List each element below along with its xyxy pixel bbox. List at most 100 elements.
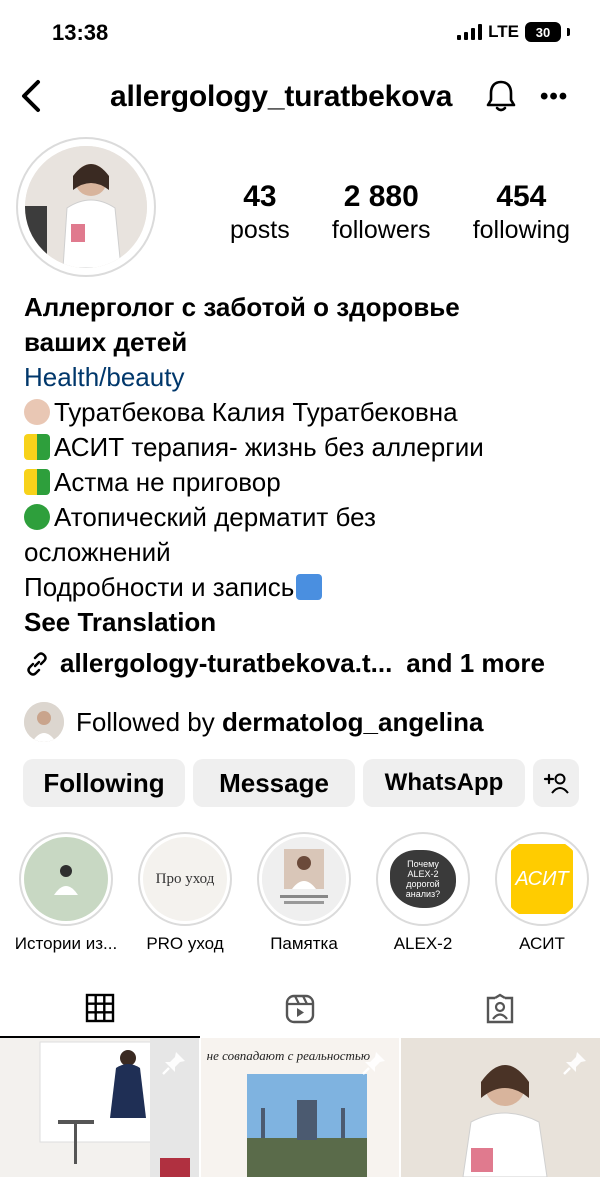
highlight-cover-text: Почему ALEX-2 дорогой анализ? [390, 850, 456, 908]
highlight-item[interactable]: АСИТ АСИТ [483, 832, 600, 954]
add-person-icon [543, 773, 569, 794]
pin-icon [563, 1052, 587, 1075]
following-label: following [472, 216, 570, 244]
followed-by-prefix: Followed by [76, 706, 222, 737]
highlight-cover [262, 837, 346, 921]
profile-actions: Following Message WhatsApp [23, 759, 579, 807]
highlight-cover: Почему ALEX-2 дорогой анализ? [381, 837, 465, 921]
avatar-photo [25, 146, 147, 268]
grid-icon [85, 993, 115, 1023]
status-time: 13:38 [52, 20, 109, 45]
shield-emoji-icon [24, 469, 50, 495]
status-indicators: LTE 30 [457, 22, 570, 42]
suggest-people-button[interactable] [533, 759, 579, 807]
profile-link-text[interactable]: allergology-turatbekova.t... [60, 648, 392, 679]
highlight-cover: Про уход [143, 837, 227, 921]
header-username: allergology_turatbekova [110, 80, 453, 113]
bio-line-text: Атопический дерматит без [54, 502, 376, 532]
shield-emoji-icon [24, 434, 50, 460]
tagged-icon [486, 993, 514, 1024]
profile-avatar-ring[interactable] [16, 137, 156, 277]
battery-icon: 30 [525, 22, 561, 42]
network-label: LTE [488, 22, 519, 41]
highlight-ring: Почему ALEX-2 дорогой анализ? [376, 832, 470, 926]
status-bar: 13:38 LTE 30 [0, 0, 600, 66]
followers-count: 2 880 [343, 180, 419, 213]
posts-stat[interactable]: 43 posts [230, 180, 290, 245]
highlight-ring [257, 832, 351, 926]
back-arrow-icon[interactable] [16, 76, 48, 116]
bio-line-text: Туратбекова Калия Туратбековна [54, 397, 458, 427]
battery-cap [567, 28, 570, 36]
more-icon[interactable]: ••• [540, 85, 568, 109]
following-stat[interactable]: 454 following [473, 180, 570, 245]
battery-level: 30 [535, 24, 551, 40]
profile-bio: Аллерголог с заботой о здоровье ваших де… [24, 290, 584, 640]
pin-icon [161, 1052, 185, 1075]
whatsapp-button[interactable]: WhatsApp [363, 759, 525, 807]
bio-line: Астма не приговор [24, 465, 584, 500]
highlight-cover: АСИТ [500, 837, 584, 921]
highlight-ring: Про уход [138, 832, 232, 926]
highlight-item[interactable]: Почему ALEX-2 дорогой анализ? ALEX-2 [364, 832, 482, 954]
profile-header: allergology_turatbekova ••• [0, 66, 600, 130]
highlight-ring: АСИТ [495, 832, 589, 926]
bio-category[interactable]: Health/beauty [24, 360, 584, 395]
highlight-label: Памятка [270, 934, 338, 953]
tab-reels[interactable] [200, 980, 400, 1038]
followed-by-text: Followed by dermatolog_angelina [76, 707, 483, 738]
recycle-emoji-icon [24, 504, 50, 530]
followers-stat[interactable]: 2 880 followers [332, 180, 431, 245]
post-thumbnail[interactable] [401, 1038, 600, 1177]
mutual-avatar [24, 702, 64, 742]
highlight-label: ALEX-2 [393, 934, 453, 953]
bio-line: АСИТ терапия- жизнь без аллергии [24, 430, 584, 465]
following-button[interactable]: Following [23, 759, 185, 807]
highlight-item[interactable]: Про уход PRO уход [126, 832, 244, 954]
highlight-item[interactable]: Истории из... [7, 832, 125, 954]
bio-name-line2: ваших детей [24, 327, 188, 357]
story-highlights: Истории из... Про уход PRO уход Памятка … [0, 832, 600, 962]
tab-posts-grid[interactable] [0, 980, 200, 1038]
profile-link-more[interactable]: and 1 more [406, 648, 545, 679]
profile-avatar [25, 146, 147, 268]
bio-name-line1: Аллерголог с заботой о здоровье [24, 292, 460, 322]
profile-stats: 43 posts 2 880 followers 454 following [230, 180, 570, 245]
arrow-down-emoji-icon [296, 574, 323, 600]
message-button[interactable]: Message [193, 759, 355, 807]
followers-label: followers [331, 216, 431, 244]
bio-line: Подробности и запись [24, 570, 584, 605]
posts-count: 43 [243, 180, 277, 213]
profile-tabs [0, 980, 600, 1038]
highlight-label: Истории из... [14, 934, 118, 953]
profile-link-row[interactable]: allergology-turatbekova.t... and 1 more [24, 648, 584, 679]
post-thumbnail[interactable]: не совпадают с реальностью [200, 1038, 400, 1177]
bell-icon[interactable] [484, 78, 518, 114]
post-overlay-text: не совпадают с реальностью [206, 1048, 371, 1063]
highlight-label: PRO уход [146, 934, 224, 953]
reels-icon [285, 994, 315, 1024]
bio-line-text: АСИТ терапия- жизнь без аллергии [54, 432, 484, 462]
followed-by-row[interactable]: Followed by dermatolog_angelina [24, 702, 584, 742]
bio-line: осложнений [24, 537, 171, 567]
followed-by-user[interactable]: dermatolog_angelina [222, 707, 484, 737]
see-translation-link[interactable]: See Translation [24, 605, 584, 640]
bio-line-text: Астма не приговор [54, 467, 281, 497]
doctor-emoji-icon [24, 399, 50, 425]
signal-icon [457, 24, 483, 40]
link-icon [27, 651, 47, 676]
highlight-ring [19, 832, 113, 926]
posts-grid: не совпадают с реальностью [0, 1038, 600, 1177]
pin-icon [362, 1052, 386, 1075]
tab-tagged[interactable] [400, 980, 600, 1038]
highlight-cover [24, 837, 108, 921]
posts-label: posts [230, 216, 290, 244]
highlight-cover-text: АСИТ [511, 844, 573, 914]
bio-line-text: Подробности и запись [24, 572, 295, 602]
bio-line: Атопический дерматит без [24, 500, 584, 535]
highlight-cover-text: Про уход [155, 870, 215, 887]
bio-line: Туратбекова Калия Туратбековна [24, 395, 584, 430]
post-thumbnail[interactable] [0, 1038, 199, 1177]
highlight-label: АСИТ [519, 934, 565, 953]
highlight-item[interactable]: Памятка [245, 832, 363, 954]
